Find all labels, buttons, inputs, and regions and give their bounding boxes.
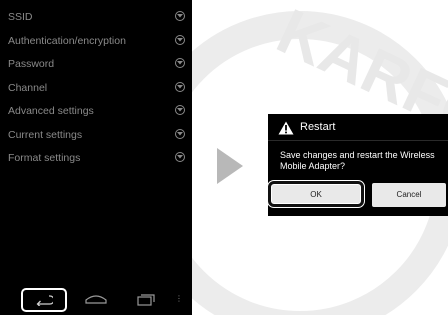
menu-item-advanced-settings[interactable]: Advanced settings	[0, 100, 192, 124]
back-icon	[36, 295, 53, 306]
chevron-down-icon	[175, 152, 185, 162]
ok-button[interactable]: OK	[268, 181, 364, 207]
cancel-button[interactable]: Cancel	[372, 183, 446, 207]
menu-item-password[interactable]: Password	[0, 53, 192, 77]
home-button[interactable]	[85, 294, 107, 304]
back-button[interactable]	[21, 288, 67, 312]
arrow-right-icon	[217, 148, 243, 184]
menu-item-ssid[interactable]: SSID	[0, 6, 192, 30]
menu-item-channel[interactable]: Channel	[0, 77, 192, 101]
recent-apps-button[interactable]	[137, 294, 155, 306]
menu-item-label: Format settings	[8, 152, 81, 164]
home-icon	[85, 295, 107, 304]
chevron-down-icon	[175, 58, 185, 68]
menu-item-label: Channel	[8, 81, 48, 94]
phone-screen: SSID Authentication/encryption Password …	[0, 0, 192, 315]
menu-item-label: Password	[8, 58, 55, 70]
menu-item-format-settings[interactable]: Format settings	[0, 147, 192, 171]
menu-item-label: SSID	[8, 11, 33, 23]
settings-menu: SSID Authentication/encryption Password …	[0, 6, 192, 171]
chevron-down-icon	[175, 34, 185, 45]
menu-item-authentication[interactable]: Authentication/encryption	[0, 30, 192, 54]
menu-item-current-settings[interactable]: Current settings	[0, 124, 192, 148]
menu-dots-icon[interactable]: ⋮	[175, 295, 183, 303]
menu-item-label: Authentication/encryption	[8, 34, 126, 47]
dialog-title: Restart	[300, 121, 336, 133]
menu-item-label: Current settings	[8, 128, 83, 141]
dialog-title-bar: Restart	[268, 114, 448, 141]
menu-item-label: Advanced settings	[8, 105, 94, 117]
navigation-bar: ⋮	[0, 285, 192, 315]
dialog-message: Save changes and restart the Wireless Mo…	[280, 150, 435, 171]
warning-icon	[278, 121, 294, 135]
chevron-down-icon	[175, 105, 185, 115]
recent-apps-icon	[137, 294, 155, 306]
chevron-down-icon	[175, 128, 185, 139]
chevron-down-icon	[175, 81, 185, 92]
chevron-down-icon	[175, 11, 185, 21]
